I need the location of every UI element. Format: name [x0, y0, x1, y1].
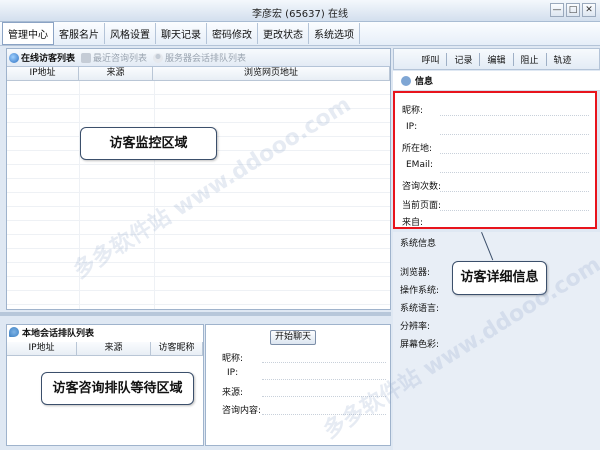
field-divider	[262, 362, 386, 363]
field-divider	[262, 396, 386, 397]
globe-icon	[9, 52, 19, 63]
table-row	[7, 165, 390, 179]
minimize-button[interactable]: —	[550, 3, 564, 17]
field-divider	[440, 191, 589, 192]
info-location-label: 所在地:	[402, 144, 433, 154]
detail-nickname-label: 昵称:	[222, 354, 244, 364]
table-row	[7, 81, 390, 95]
visitor-detail-callout: 访客详细信息	[452, 261, 547, 295]
track-button[interactable]: 轨迹	[547, 53, 579, 66]
grid-divider	[154, 81, 155, 309]
sys-browser-label: 浏览器:	[400, 268, 431, 278]
queue-title: 本地会话排队列表	[6, 324, 204, 340]
window-controls: — □ ✕	[550, 3, 596, 17]
sys-language-label: 系统语言:	[400, 304, 440, 314]
field-divider	[262, 379, 386, 380]
menu-change-password[interactable]: 密码修改	[207, 23, 258, 44]
col-ip[interactable]: IP地址	[7, 67, 79, 80]
chat-icon	[9, 327, 19, 337]
info-current-page-label: 当前页面:	[402, 201, 442, 211]
field-divider	[440, 210, 589, 211]
grid-divider	[79, 81, 80, 309]
table-row	[7, 235, 390, 249]
detail-content-label: 咨询内容:	[222, 406, 262, 416]
col-ip[interactable]: IP地址	[7, 342, 77, 355]
tab-online-visitors[interactable]: 在线访客列表	[9, 51, 75, 64]
col-page-url[interactable]: 浏览网页地址	[153, 67, 390, 80]
detail-ip-label: IP:	[227, 368, 239, 378]
field-divider	[440, 115, 589, 116]
table-row	[7, 249, 390, 263]
block-button[interactable]: 阻止	[514, 52, 547, 66]
sys-os-label: 操作系统:	[400, 286, 440, 296]
tab-recent-consults[interactable]: 最近咨询列表	[81, 51, 147, 64]
table-row	[7, 179, 390, 193]
visitor-detail-highlight: 昵称: IP: 所在地: EMail: 咨询次数: 当前页面: 来自:	[393, 91, 597, 229]
table-row	[7, 109, 390, 123]
tab-online-visitors-label: 在线访客列表	[21, 54, 76, 64]
record-button[interactable]: 记录	[447, 52, 481, 66]
close-button[interactable]: ✕	[582, 3, 596, 17]
visitor-grid-body	[7, 81, 390, 305]
menu-chat-records[interactable]: 聊天记录	[156, 23, 207, 44]
window-title: 李彦宏 (65637) 在线	[252, 9, 348, 20]
visitor-monitoring-callout: 访客监控区域	[80, 127, 217, 160]
queue-waiting-callout: 访客咨询排队等待区域	[41, 372, 194, 405]
info-ip-label: IP:	[406, 122, 418, 132]
info-referrer-label: 来自:	[402, 218, 424, 228]
panel-splitter[interactable]	[0, 312, 391, 316]
menu-bar: 管理中心 客服名片 风格设置 聊天记录 密码修改 更改状态 系统选项	[0, 22, 600, 46]
title-bar: 李彦宏 (65637) 在线 — □ ✕	[0, 0, 600, 22]
menu-management-center[interactable]: 管理中心	[2, 22, 54, 45]
table-row	[7, 95, 390, 109]
start-chat-button[interactable]: 开始聊天	[270, 330, 316, 345]
people-icon	[153, 52, 164, 63]
list-icon	[81, 52, 92, 63]
detail-source-label: 来源:	[222, 388, 244, 398]
table-row	[7, 221, 390, 235]
maximize-button[interactable]: □	[566, 3, 580, 17]
menu-service-card[interactable]: 客服名片	[54, 23, 105, 44]
info-header: 信息	[393, 71, 600, 91]
tab-server-queue-label: 服务器会话排队列表	[165, 54, 247, 64]
field-divider	[440, 153, 589, 154]
tab-recent-consults-label: 最近咨询列表	[93, 54, 148, 64]
user-icon	[401, 75, 411, 86]
menu-style-settings[interactable]: 风格设置	[105, 23, 156, 44]
field-divider	[440, 134, 589, 135]
menu-system-options[interactable]: 系统选项	[309, 23, 360, 44]
info-nickname-label: 昵称:	[402, 106, 424, 116]
sys-resolution-label: 分辨率:	[400, 322, 431, 332]
edit-button[interactable]: 编辑	[480, 52, 514, 66]
visitor-tabs: 在线访客列表 最近咨询列表 服务器会话排队列表	[7, 49, 390, 67]
info-title: 信息	[415, 77, 434, 87]
field-divider	[262, 414, 386, 415]
col-visitor-nickname[interactable]: 访客昵称	[151, 342, 203, 355]
sys-color-depth-label: 屏幕色彩:	[400, 340, 440, 350]
info-email-label: EMail:	[406, 160, 433, 170]
table-row	[7, 277, 390, 291]
visitor-list-panel: 在线访客列表 最近咨询列表 服务器会话排队列表 IP地址 来源 浏览网页地址	[6, 48, 391, 310]
call-button[interactable]: 呼叫	[414, 52, 448, 66]
table-row	[7, 291, 390, 305]
table-row	[7, 263, 390, 277]
info-consult-count-label: 咨询次数:	[402, 182, 442, 192]
col-source[interactable]: 来源	[79, 67, 153, 80]
visitor-grid-header: IP地址 来源 浏览网页地址	[7, 67, 390, 81]
queue-title-label: 本地会话排队列表	[22, 328, 95, 339]
visitor-action-toolbar: 呼叫 记录 编辑 阻止 轨迹	[393, 48, 600, 70]
queue-grid-header: IP地址 来源 访客昵称	[7, 342, 203, 356]
tab-server-queue[interactable]: 服务器会话排队列表	[153, 51, 246, 64]
table-row	[7, 193, 390, 207]
system-info-title: 系统信息	[400, 239, 437, 249]
col-source[interactable]: 来源	[77, 342, 151, 355]
field-divider	[440, 172, 589, 173]
menu-change-status[interactable]: 更改状态	[258, 23, 309, 44]
table-row	[7, 207, 390, 221]
